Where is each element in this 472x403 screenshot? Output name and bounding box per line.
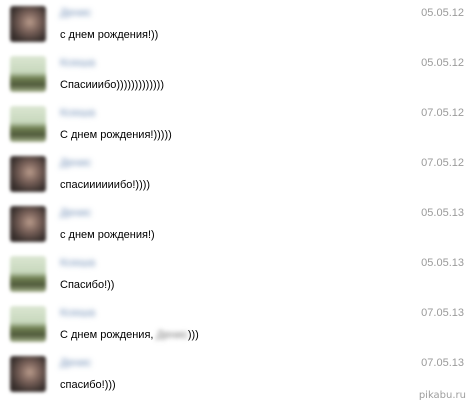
author-name[interactable]: Денис [60, 6, 91, 20]
author-name[interactable]: Денис [60, 206, 91, 220]
message-text-main: Спасииибо))))))))))))) [60, 79, 164, 91]
message-text-main: спасиииииибо!)))) [60, 179, 151, 191]
message-date: 07.05.12 [421, 157, 464, 169]
message-date: 05.05.12 [421, 7, 464, 19]
avatar[interactable] [10, 6, 46, 42]
author-name[interactable]: Денис [60, 356, 91, 370]
avatar[interactable] [10, 206, 46, 242]
author-name[interactable]: Ксюша [60, 306, 95, 320]
message-date: 07.05.13 [421, 357, 464, 369]
message-date: 05.05.12 [421, 57, 464, 69]
avatar[interactable] [10, 356, 46, 392]
message-text-main: С днем рождения!))))) [60, 129, 172, 141]
message-text-main: с днем рождения!) [60, 229, 155, 241]
author-name[interactable]: Ксюша [60, 106, 95, 120]
author-name[interactable]: Ксюша [60, 56, 95, 70]
message-text: Спасибо!)) [60, 278, 114, 292]
message-item: Денис 05.05.12 с днем рождения!)) [0, 2, 472, 52]
message-text-tail: ))) [187, 329, 199, 341]
message-item: Ксюша 07.05.12 С днем рождения!))))) [0, 102, 472, 152]
message-text-main: с днем рождения!)) [60, 29, 159, 41]
message-text-main: С днем рождения, [60, 329, 157, 341]
avatar[interactable] [10, 56, 46, 92]
message-text-main: Спасибо!)) [60, 279, 115, 291]
blurred-name: Денис [156, 329, 188, 341]
message-date: 07.05.12 [421, 107, 464, 119]
message-item: Денис 07.05.13 спасибо!))) [0, 352, 472, 402]
author-name[interactable]: Ксюша [60, 256, 95, 270]
avatar[interactable] [10, 306, 46, 342]
message-text: С днем рождения, Денис))) [60, 328, 199, 342]
message-text: с днем рождения!) [60, 228, 155, 242]
message-date: 05.05.13 [421, 257, 464, 269]
message-text: спасибо!))) [60, 378, 116, 392]
message-item: Ксюша 05.05.12 Спасииибо))))))))))))) [0, 52, 472, 102]
message-text: Спасииибо))))))))))))) [60, 78, 164, 92]
message-text-main: спасибо!))) [60, 379, 116, 391]
message-text: С днем рождения!))))) [60, 128, 172, 142]
message-item: Денис 07.05.12 спасиииииибо!)))) [0, 152, 472, 202]
author-name[interactable]: Денис [60, 156, 91, 170]
message-text: с днем рождения!)) [60, 28, 158, 42]
message-text: спасиииииибо!)))) [60, 178, 150, 192]
message-date: 07.05.13 [421, 307, 464, 319]
message-item: Ксюша 05.05.13 Спасибо!)) [0, 252, 472, 302]
avatar[interactable] [10, 106, 46, 142]
message-item: Денис 05.05.13 с днем рождения!) [0, 202, 472, 252]
watermark: pikabu.ru [418, 390, 466, 401]
avatar[interactable] [10, 156, 46, 192]
message-item: Ксюша 07.05.13 С днем рождения, Денис))) [0, 302, 472, 352]
avatar[interactable] [10, 256, 46, 292]
message-date: 05.05.13 [421, 207, 464, 219]
